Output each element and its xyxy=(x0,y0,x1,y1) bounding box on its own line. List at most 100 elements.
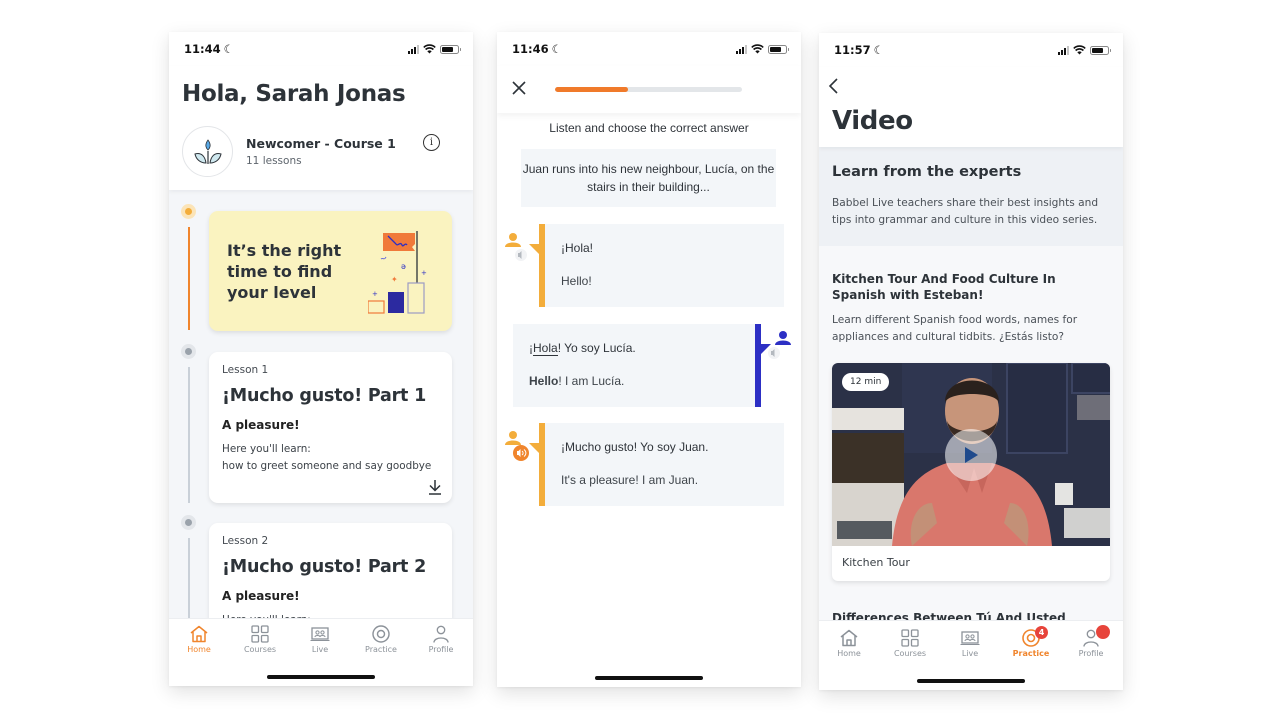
english-line: It's a pleasure! I am Juan. xyxy=(561,473,699,487)
video-caption: Kitchen Tour xyxy=(842,556,910,569)
status-time: 11:44 xyxy=(184,42,221,56)
tab-profile[interactable]: Profile xyxy=(1066,625,1116,658)
exercise-screen: 11:46 ☾ Listen and choose the correct ans… xyxy=(497,32,801,687)
home-indicator[interactable] xyxy=(595,676,703,680)
wifi-icon xyxy=(751,44,764,54)
live-icon xyxy=(960,631,980,645)
tab-courses[interactable]: Courses xyxy=(235,625,285,654)
video-screen: 11:57 ☾ Video Learn from the experts Babb… xyxy=(819,33,1123,690)
tab-label: Live xyxy=(961,649,979,658)
svg-text:✦: ✦ xyxy=(391,275,398,284)
timeline-line xyxy=(188,227,190,330)
sprout-icon xyxy=(193,138,222,164)
tab-label: Practice xyxy=(1012,649,1050,658)
home-header: Hola, Sarah Jonas Newcomer - Course 1 11… xyxy=(169,66,473,190)
lesson-card[interactable]: Lesson 1 ¡Mucho gusto! Part 1 A pleasure… xyxy=(209,352,452,503)
promo-text: It’s the right time to find your level xyxy=(227,241,342,302)
tab-practice[interactable]: Practice 4 xyxy=(1006,626,1056,658)
bottom-tab-bar: Home Courses Live Practice 4 Profile xyxy=(819,620,1123,690)
tab-live[interactable]: Live xyxy=(945,629,995,658)
video-description: Learn different Spanish food words, name… xyxy=(832,314,1078,343)
lesson-subtitle: A pleasure! xyxy=(222,589,300,603)
tab-home[interactable]: Home xyxy=(174,625,224,654)
video-card[interactable]: 12 min Kitchen Tour xyxy=(832,363,1110,581)
tab-live[interactable]: Live xyxy=(295,625,345,654)
course-logo[interactable] xyxy=(182,126,233,177)
speaker-avatar-lucia[interactable] xyxy=(767,330,793,360)
lesson-timeline: It’s the right time to find your level ə… xyxy=(169,190,473,686)
english-line: Hello! I am Lucía. xyxy=(529,374,624,388)
download-icon[interactable] xyxy=(428,479,442,495)
notification-badge: 4 xyxy=(1035,626,1048,639)
progress-fill xyxy=(555,87,628,92)
lesson-number: Lesson 2 xyxy=(222,535,269,547)
intro-section: Learn from the experts Babbel Live teach… xyxy=(819,147,1123,246)
dialogue-bubble[interactable]: ¡Mucho gusto! Yo soy Juan. It's a pleasu… xyxy=(529,423,784,506)
play-button[interactable] xyxy=(945,429,997,481)
video-header: Video xyxy=(819,67,1123,147)
dialogue-bubble[interactable]: ¡Hola! Hello! xyxy=(529,224,784,307)
speaker-bar xyxy=(755,324,761,407)
moon-icon: ☾ xyxy=(223,42,234,56)
practice-icon xyxy=(372,625,390,643)
exercise-header xyxy=(497,66,801,113)
exercise-instruction: Listen and choose the correct answer xyxy=(549,121,749,135)
status-time: 11:57 xyxy=(834,43,871,57)
svg-text:ə: ə xyxy=(401,262,406,271)
home-icon xyxy=(190,625,208,643)
info-icon[interactable]: i xyxy=(423,134,440,151)
lesson-number: Lesson 1 xyxy=(222,364,269,376)
home-indicator[interactable] xyxy=(267,675,375,679)
lesson-desc-text: how to greet someone and say goodbye xyxy=(222,460,432,472)
home-indicator[interactable] xyxy=(917,679,1025,683)
status-bar: 11:46 ☾ xyxy=(497,32,801,66)
lesson-description: Here you'll learn: how to greet someone … xyxy=(222,441,431,475)
lesson-desc-label: Here you'll learn: xyxy=(222,443,311,455)
level-promo-card[interactable]: It’s the right time to find your level ə… xyxy=(209,211,452,331)
course-lesson-count: 11 lessons xyxy=(246,155,302,167)
intro-title: Learn from the experts xyxy=(832,164,1022,180)
battery-icon xyxy=(440,44,461,54)
svg-text:+: + xyxy=(421,269,427,277)
highlighted-word[interactable]: Hola xyxy=(533,341,558,356)
tab-label: Courses xyxy=(893,649,927,658)
dialogue-bubble[interactable]: ¡Hola! Yo soy Lucía. Hello! I am Lucía. xyxy=(513,324,771,407)
live-icon xyxy=(310,627,330,641)
speaker-bar xyxy=(539,423,545,506)
tab-label: Live xyxy=(311,645,329,654)
speaker-avatar-juan[interactable] xyxy=(505,232,529,262)
timeline-dot xyxy=(181,515,196,530)
courses-icon xyxy=(901,629,919,647)
spanish-line: ¡Hola! Yo soy Lucía. xyxy=(529,341,636,356)
play-icon xyxy=(965,447,978,463)
spanish-line: ¡Hola! xyxy=(561,241,594,255)
svg-text:+: + xyxy=(372,290,378,298)
signal-icon xyxy=(1058,45,1069,55)
course-name[interactable]: Newcomer - Course 1 xyxy=(246,136,396,151)
lesson-title: ¡Mucho gusto! Part 1 xyxy=(222,386,427,406)
text-part: ! I am Lucía. xyxy=(558,374,625,388)
wifi-icon xyxy=(1073,45,1086,55)
signal-icon xyxy=(736,44,747,54)
back-chevron-icon[interactable] xyxy=(827,77,841,95)
tab-home[interactable]: Home xyxy=(824,629,874,658)
speaker-avatar-juan-playing[interactable] xyxy=(505,430,531,462)
tab-courses[interactable]: Courses xyxy=(885,629,935,658)
lesson-title: ¡Mucho gusto! Part 2 xyxy=(222,557,427,577)
courses-icon xyxy=(251,625,269,643)
tab-label: Courses xyxy=(243,645,277,654)
spanish-line: ¡Mucho gusto! Yo soy Juan. xyxy=(561,440,709,454)
home-screen: 11:44 ☾ Hola, Sarah Jonas Newcomer - Cour… xyxy=(169,32,473,686)
tab-label: Practice xyxy=(365,645,397,654)
bubble-tail xyxy=(529,443,539,453)
moon-icon: ☾ xyxy=(551,42,562,56)
home-icon xyxy=(840,629,858,647)
timeline-dot-current xyxy=(181,204,196,219)
lesson-subtitle: A pleasure! xyxy=(222,418,300,432)
page-title: Video xyxy=(832,106,913,136)
tab-practice[interactable]: Practice xyxy=(356,625,406,654)
tab-profile[interactable]: Profile xyxy=(416,625,466,654)
flag-podium-illustration: ə + ✦ + xyxy=(368,231,427,314)
close-icon[interactable] xyxy=(511,80,527,96)
timeline-dot xyxy=(181,344,196,359)
